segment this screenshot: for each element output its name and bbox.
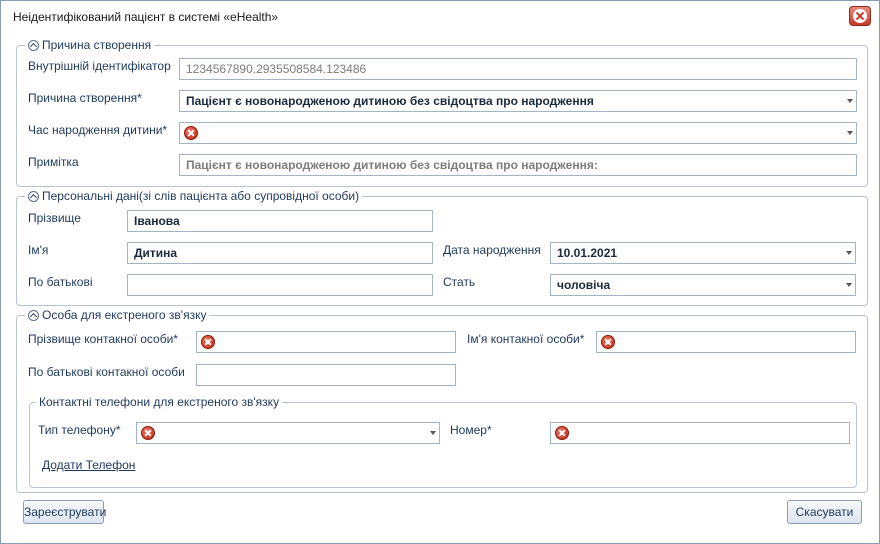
error-icon xyxy=(141,426,155,440)
window-title: Неідентифікований пацієнт в системі «eHe… xyxy=(13,10,279,24)
patronymic-field[interactable] xyxy=(127,274,433,296)
section-contact-title: Особа для екстреного зв'язку xyxy=(42,308,207,322)
error-icon xyxy=(184,126,198,140)
section-reason: Причина створення Внутрішній ідентифікат… xyxy=(16,38,868,187)
close-button[interactable] xyxy=(849,6,871,26)
dropdown-arrow-icon[interactable] xyxy=(846,251,852,255)
birth-date-value: 10.01.2021 xyxy=(557,246,618,260)
reason-label: Причина створення* xyxy=(28,91,142,105)
dropdown-arrow-icon[interactable] xyxy=(846,283,852,287)
error-icon xyxy=(555,426,569,440)
number-field[interactable] xyxy=(550,422,850,444)
name-field[interactable]: Дитина xyxy=(127,242,433,264)
dialog-content: Причина створення Внутрішній ідентифікат… xyxy=(1,33,879,543)
title-bar: Неідентифікований пацієнт в системі «eHe… xyxy=(1,1,879,33)
birth-time-select[interactable] xyxy=(179,122,857,144)
section-reason-header[interactable]: Причина створення xyxy=(25,38,155,52)
error-icon xyxy=(201,335,215,349)
note-label: Примітка xyxy=(28,155,79,169)
section-phones-title: Контактні телефони для екстреного зв'язк… xyxy=(39,395,280,409)
phone-type-select[interactable] xyxy=(136,422,440,444)
add-phone-link[interactable]: Додати Телефон xyxy=(42,458,135,472)
section-reason-title: Причина створення xyxy=(42,38,152,52)
phone-type-label: Тип телефону* xyxy=(38,423,121,437)
reason-select[interactable]: Пацієнт є новонародженою дитиною без сві… xyxy=(179,90,857,112)
cancel-button[interactable]: Скасувати xyxy=(787,500,862,524)
reason-value: Пацієнт є новонародженою дитиною без сві… xyxy=(186,94,594,108)
internal-id-label: Внутрішній ідентифікатор xyxy=(28,59,171,73)
section-phones-header: Контактні телефони для екстреного зв'язк… xyxy=(36,395,283,409)
dropdown-arrow-icon[interactable] xyxy=(847,99,853,103)
section-contact: Особа для екстреного зв'язку Прізвище ко… xyxy=(16,308,868,493)
patronymic-label: По батькові xyxy=(28,275,93,289)
surname-field[interactable]: Іванова xyxy=(127,210,433,232)
contact-patronymic-field[interactable] xyxy=(196,364,456,386)
chevron-up-icon[interactable] xyxy=(28,309,39,321)
dropdown-arrow-icon[interactable] xyxy=(430,431,436,435)
birth-time-label: Час народження дитини* xyxy=(28,123,168,137)
name-label: Ім'я xyxy=(28,243,49,257)
contact-name-field[interactable] xyxy=(596,331,856,353)
birth-date-select[interactable]: 10.01.2021 xyxy=(550,242,856,264)
internal-id-field[interactable]: 1234567890.2935508584.123486 xyxy=(179,58,857,80)
error-icon xyxy=(601,335,615,349)
register-button[interactable]: Зареєструвати xyxy=(23,500,106,524)
note-field[interactable]: Пацієнт є новонародженою дитиною без сві… xyxy=(179,154,857,176)
section-phones: Контактні телефони для екстреного зв'язк… xyxy=(29,395,857,488)
section-contact-header[interactable]: Особа для екстреного зв'язку xyxy=(25,308,210,322)
surname-label: Прізвище xyxy=(28,211,81,225)
close-icon xyxy=(853,9,867,23)
section-personal-header[interactable]: Персональні дані(зі слів пацієнта або су… xyxy=(25,189,363,203)
birth-date-label: Дата народження xyxy=(443,243,541,257)
section-personal-title: Персональні дані(зі слів пацієнта або су… xyxy=(42,189,360,203)
contact-name-label: Ім'я контакної особи* xyxy=(467,332,585,346)
sex-value: чоловіча xyxy=(557,278,611,292)
sex-label: Стать xyxy=(443,275,476,289)
dialog-window: Неідентифікований пацієнт в системі «eHe… xyxy=(0,0,880,544)
sex-select[interactable]: чоловіча xyxy=(550,274,856,296)
number-label: Номер* xyxy=(450,423,492,437)
chevron-up-icon[interactable] xyxy=(28,190,39,202)
section-personal: Персональні дані(зі слів пацієнта або су… xyxy=(16,189,868,306)
dropdown-arrow-icon[interactable] xyxy=(847,131,853,135)
chevron-up-icon[interactable] xyxy=(28,39,39,51)
contact-surname-field[interactable] xyxy=(196,331,456,353)
contact-patronymic-label: По батькові контакної особи xyxy=(28,365,185,379)
contact-surname-label: Прізвище контакної особи* xyxy=(28,332,178,346)
